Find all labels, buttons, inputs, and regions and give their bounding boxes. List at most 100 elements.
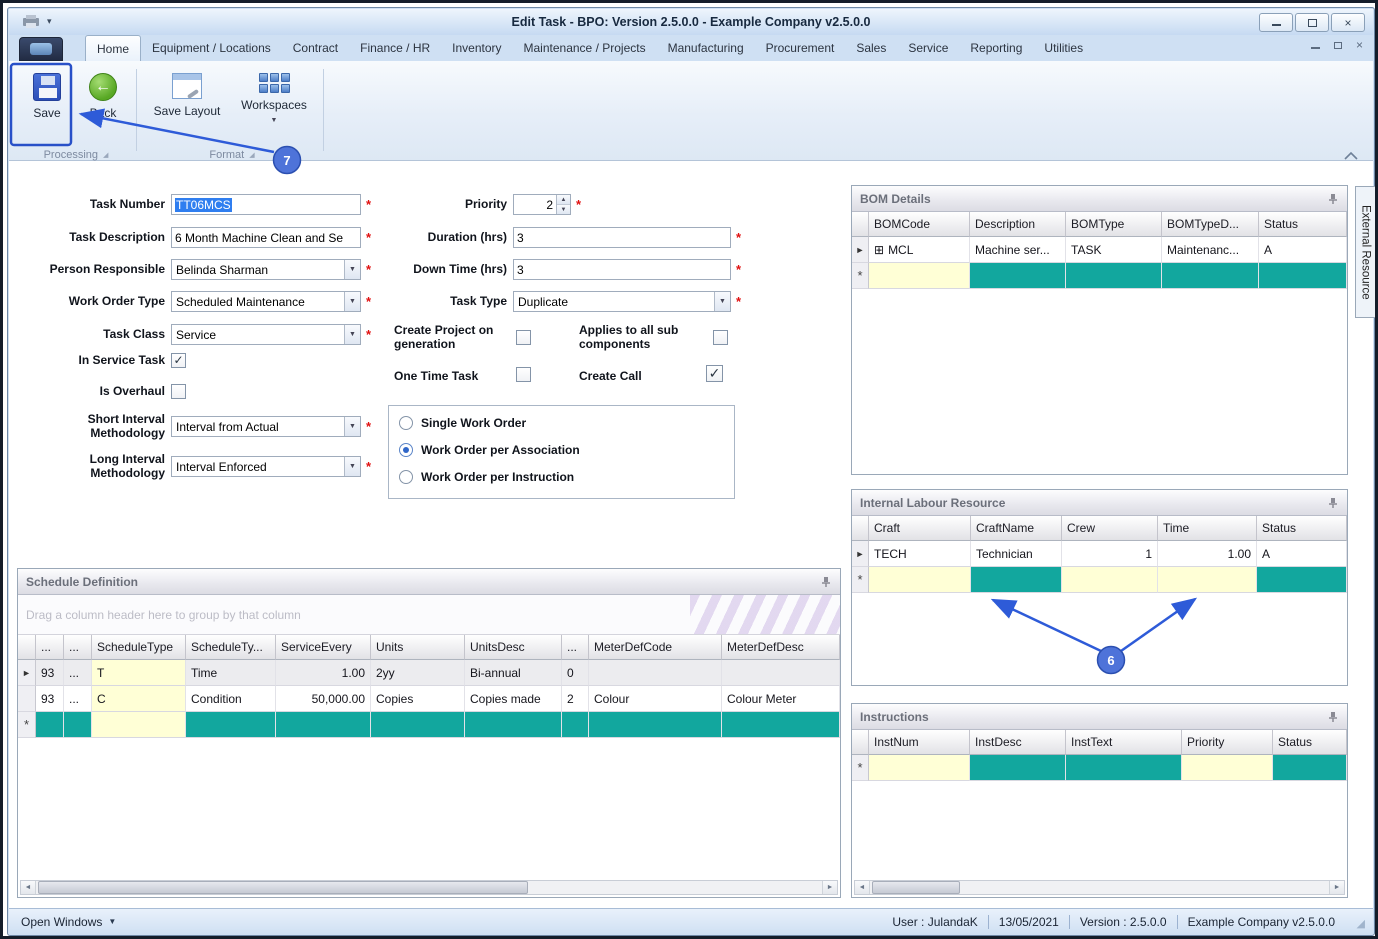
grid-cell[interactable]: Bi-annual xyxy=(465,660,562,686)
new-row-cell[interactable] xyxy=(1182,755,1273,781)
group-by-area[interactable]: Drag a column header here to group by th… xyxy=(18,595,840,635)
new-row-cell[interactable] xyxy=(869,755,970,781)
resize-grip[interactable]: ◢ xyxy=(1357,917,1365,930)
new-row-cell[interactable] xyxy=(1062,567,1158,593)
ellipsis-button[interactable]: ... xyxy=(64,686,92,712)
ribbon-tab-manufacturing[interactable]: Manufacturing xyxy=(657,35,755,61)
pin-icon[interactable] xyxy=(820,576,832,588)
grid-cell[interactable]: Colour xyxy=(589,686,722,712)
grid-cell[interactable]: 93 xyxy=(36,660,64,686)
new-row-cell[interactable] xyxy=(1257,567,1347,593)
grid-cell[interactable] xyxy=(589,660,722,686)
new-row-cell[interactable] xyxy=(36,712,64,738)
new-row-cell[interactable] xyxy=(722,712,840,738)
grid-cell[interactable]: Copies xyxy=(371,686,465,712)
in-service-task-checkbox[interactable]: ✓ xyxy=(171,353,186,368)
duration-input[interactable]: 3 xyxy=(513,227,731,248)
grid-cell[interactable]: A xyxy=(1259,237,1347,263)
collapse-ribbon-icon[interactable] xyxy=(1343,151,1359,161)
grid-cell[interactable]: TECH xyxy=(869,541,971,567)
table-row[interactable]: 93 ... C Condition 50,000.00 Copies Copi… xyxy=(18,686,840,712)
dialog-launcher-icon[interactable]: ◢ xyxy=(103,151,108,159)
ribbon-tab-service[interactable]: Service xyxy=(897,35,959,61)
grid-cell[interactable]: Condition xyxy=(186,686,276,712)
column-header[interactable]: BOMTypeD... xyxy=(1162,212,1259,237)
table-row[interactable]: ► 93 ... T Time 1.00 2yy Bi-annual 0 xyxy=(18,660,840,686)
column-header[interactable]: Status xyxy=(1259,212,1347,237)
column-header[interactable]: Units xyxy=(371,635,465,660)
radio-single-work-order[interactable]: Single Work Order xyxy=(399,416,526,431)
ribbon-tab-utilities[interactable]: Utilities xyxy=(1033,35,1094,61)
grid-cell[interactable]: 1.00 xyxy=(276,660,371,686)
new-row-cell[interactable] xyxy=(465,712,562,738)
new-row-cell[interactable] xyxy=(1259,263,1347,289)
ribbon-tab-contract[interactable]: Contract xyxy=(282,35,349,61)
is-overhaul-checkbox[interactable] xyxy=(171,384,186,399)
scroll-left-icon[interactable]: ◄ xyxy=(855,881,870,894)
close-button[interactable]: × xyxy=(1331,13,1365,32)
short-interval-dropdown[interactable]: Interval from Actual ▼ xyxy=(171,416,361,438)
ellipsis-button[interactable]: ... xyxy=(64,660,92,686)
chevron-down-icon[interactable]: ▼ xyxy=(344,417,360,437)
column-header[interactable]: ... xyxy=(64,635,92,660)
external-resource-tab[interactable]: External Resource xyxy=(1355,186,1375,318)
column-header[interactable]: ScheduleTy... xyxy=(186,635,276,660)
grid-cell[interactable]: 2 xyxy=(562,686,589,712)
create-project-checkbox[interactable] xyxy=(516,330,531,345)
new-row-cell[interactable] xyxy=(970,755,1066,781)
task-number-input[interactable]: TT06MCS xyxy=(171,194,361,215)
column-header[interactable]: InstText xyxy=(1066,730,1182,755)
new-row-cell[interactable] xyxy=(1162,263,1259,289)
grid-cell[interactable]: C xyxy=(92,686,186,712)
column-header[interactable]: UnitsDesc xyxy=(465,635,562,660)
new-row[interactable]: * xyxy=(852,263,1347,289)
column-header[interactable]: ServiceEvery xyxy=(276,635,371,660)
spin-down-icon[interactable]: ▼ xyxy=(557,205,570,214)
column-header[interactable]: ... xyxy=(562,635,589,660)
grid-cell[interactable]: 50,000.00 xyxy=(276,686,371,712)
column-header[interactable]: InstNum xyxy=(869,730,970,755)
grid-cell[interactable]: 0 xyxy=(562,660,589,686)
table-row[interactable]: ► ⊞ MCL Machine ser... TASK Maintenanc...… xyxy=(852,237,1347,263)
new-row-cell[interactable] xyxy=(562,712,589,738)
pin-icon[interactable] xyxy=(1327,497,1339,509)
column-header[interactable]: Priority xyxy=(1182,730,1273,755)
column-header[interactable]: MeterDefCode xyxy=(589,635,722,660)
scroll-right-icon[interactable]: ► xyxy=(1329,881,1344,894)
spin-up-icon[interactable]: ▲ xyxy=(557,195,570,205)
new-row-cell[interactable] xyxy=(1066,755,1182,781)
column-header[interactable]: Description xyxy=(970,212,1066,237)
table-row[interactable]: ► TECH Technician 1 1.00 A xyxy=(852,541,1347,567)
column-header[interactable]: Status xyxy=(1257,516,1347,541)
new-row[interactable]: * xyxy=(18,712,840,738)
scroll-right-icon[interactable]: ► xyxy=(822,881,837,894)
chevron-down-icon[interactable]: ▼ xyxy=(344,325,360,344)
column-header[interactable]: BOMType xyxy=(1066,212,1162,237)
ribbon-tab-reporting[interactable]: Reporting xyxy=(959,35,1033,61)
column-header[interactable]: ... xyxy=(36,635,64,660)
ribbon-tab-maintenance-projects[interactable]: Maintenance / Projects xyxy=(513,35,657,61)
grid-cell[interactable]: 1.00 xyxy=(1158,541,1257,567)
scrollbar-thumb[interactable] xyxy=(38,881,528,894)
new-row-cell[interactable] xyxy=(1273,755,1347,781)
expand-icon[interactable]: ⊞ xyxy=(874,243,884,257)
column-header[interactable]: Craft xyxy=(869,516,971,541)
new-row-cell[interactable] xyxy=(64,712,92,738)
work-order-type-dropdown[interactable]: Scheduled Maintenance ▼ xyxy=(171,291,361,312)
column-header[interactable]: InstDesc xyxy=(970,730,1066,755)
minimize-button[interactable] xyxy=(1259,13,1293,32)
grid-cell[interactable]: 1 xyxy=(1062,541,1158,567)
new-row-cell[interactable] xyxy=(869,567,971,593)
open-windows-button[interactable]: Open Windows ▼ xyxy=(21,915,116,929)
grid-cell[interactable]: Copies made xyxy=(465,686,562,712)
applies-sub-checkbox[interactable] xyxy=(713,330,728,345)
mdi-close-icon[interactable]: × xyxy=(1356,39,1363,51)
grid-cell[interactable] xyxy=(722,660,840,686)
application-menu-button[interactable] xyxy=(19,37,63,61)
chevron-down-icon[interactable]: ▼ xyxy=(714,292,730,311)
new-row-cell[interactable] xyxy=(869,263,970,289)
new-row-cell[interactable] xyxy=(589,712,722,738)
new-row[interactable]: * xyxy=(852,755,1347,781)
priority-spinner[interactable]: 2 ▲ ▼ xyxy=(513,194,571,215)
chevron-down-icon[interactable]: ▼ xyxy=(344,457,360,477)
